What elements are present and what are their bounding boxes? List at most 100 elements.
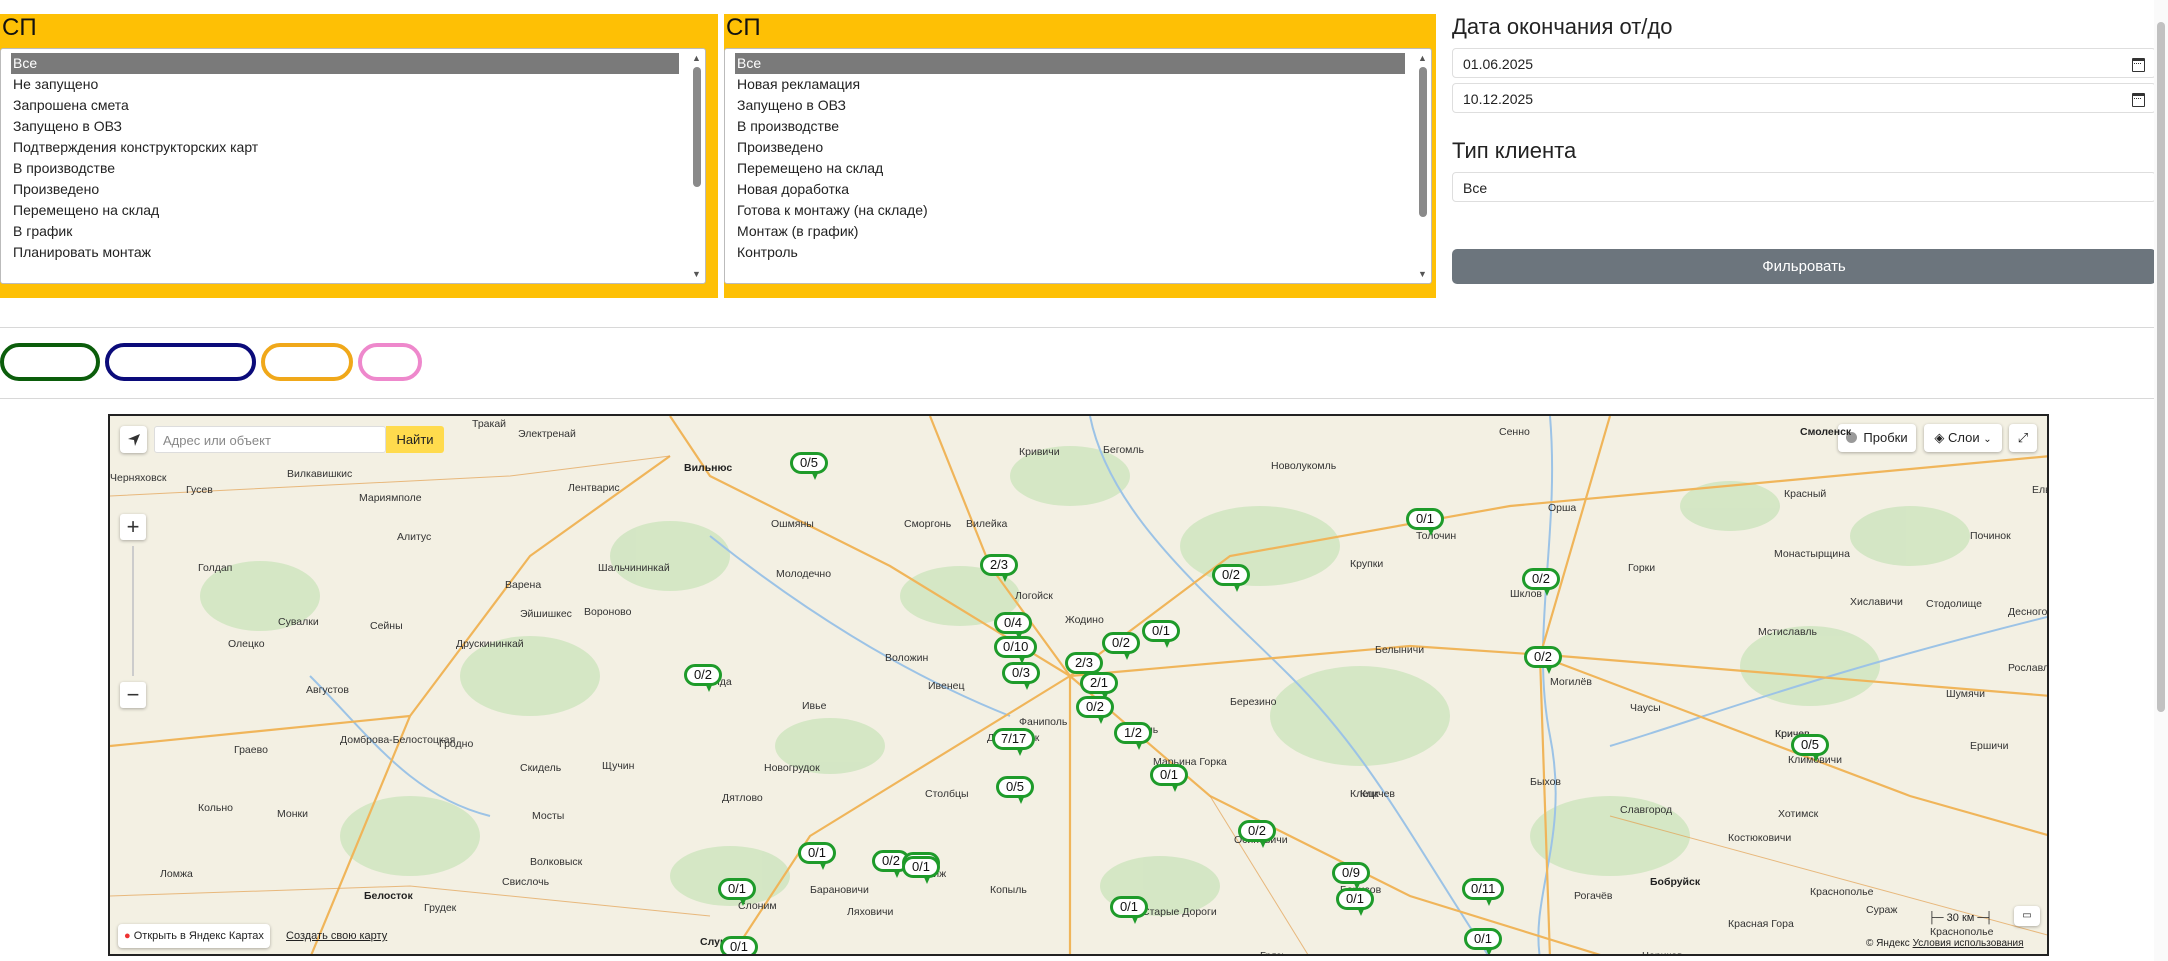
list-option[interactable]: В производстве	[1, 158, 705, 179]
map[interactable]: Адрес или объект Найти + − Пробки ◈ Слои…	[108, 414, 2049, 956]
city-label: Гусев	[186, 484, 213, 496]
map-marker[interactable]: 0/9	[1332, 862, 1370, 890]
location-arrow-icon	[127, 434, 140, 446]
map-marker[interactable]: 0/4	[994, 612, 1032, 640]
status-listbox[interactable]: Все Новая рекламация Запущено в ОВЗ В произ…	[724, 48, 1432, 284]
map-search-input[interactable]: Адрес или объект	[154, 426, 386, 453]
city-label: Бегомль	[1103, 444, 1144, 456]
zoom-slider[interactable]	[132, 546, 134, 676]
map-marker[interactable]: 0/5	[1791, 734, 1829, 762]
zoom-control[interactable]: + −	[120, 514, 146, 708]
traffic-label: Пробки	[1863, 430, 1908, 445]
terms-link[interactable]: Условия использования	[1913, 938, 2024, 949]
zoom-out-button[interactable]: −	[120, 682, 146, 708]
map-marker[interactable]: 0/5	[790, 452, 828, 480]
listbox-scrollbar[interactable]: ▲ ▼	[691, 51, 703, 281]
map-marker[interactable]: 2/1	[1080, 672, 1118, 700]
map-marker[interactable]: 0/1	[798, 842, 836, 870]
city-label: Тракай	[472, 418, 507, 430]
page-scroll-thumb[interactable]	[2157, 22, 2165, 712]
list-option[interactable]: Все	[735, 53, 1405, 74]
map-marker[interactable]: 2/3	[1065, 652, 1103, 680]
list-option[interactable]: Перемещено на склад	[725, 158, 1431, 179]
scroll-thumb[interactable]	[1419, 67, 1427, 217]
list-option[interactable]: Планировать монтаж	[1, 242, 705, 263]
geolocation-button[interactable]	[120, 426, 147, 453]
status-listbox[interactable]: Все Не запущено Запрошена смета Запущено в …	[0, 48, 706, 284]
scroll-down-icon[interactable]: ▼	[692, 269, 701, 279]
list-option[interactable]: Подтверждения конструкторских карт	[1, 137, 705, 158]
map-marker[interactable]: 0/11	[1462, 878, 1505, 906]
map-marker[interactable]: 0/1	[1150, 764, 1188, 792]
list-option[interactable]: Контроль	[725, 242, 1431, 263]
legend-pill-pink[interactable]	[358, 343, 422, 381]
map-marker[interactable]: 0/2	[1522, 568, 1560, 596]
list-option[interactable]: Произведено	[1, 179, 705, 200]
map-marker[interactable]: 0/1	[1142, 620, 1180, 648]
map-marker[interactable]: 0/1	[718, 878, 756, 906]
map-search-button[interactable]: Найти	[386, 426, 444, 453]
city-label: Стодолище	[1926, 598, 1982, 610]
map-marker[interactable]: 7/17	[992, 728, 1036, 756]
list-option[interactable]: Готова к монтажу (на складе)	[725, 200, 1431, 221]
map-marker[interactable]: 0/2	[1238, 820, 1276, 848]
zoom-in-button[interactable]: +	[120, 514, 146, 540]
map-marker[interactable]: 0/2	[1212, 564, 1250, 592]
list-option[interactable]: Все	[11, 53, 679, 74]
list-option[interactable]: Запрошена смета	[1, 95, 705, 116]
listbox-scrollbar[interactable]: ▲ ▼	[1417, 51, 1429, 281]
ruler-button[interactable]: ▭	[2014, 906, 2040, 926]
legend-pill-navy[interactable]	[105, 343, 256, 381]
list-option[interactable]: В производстве	[725, 116, 1431, 137]
panel-title: СП	[726, 14, 761, 41]
city-label: Монастырщина	[1774, 548, 1850, 560]
city-label: Мстиславль	[1758, 626, 1817, 638]
list-option[interactable]: Запущено в ОВЗ	[725, 95, 1431, 116]
map-marker[interactable]: 0/1	[1110, 896, 1148, 924]
list-option[interactable]: Произведено	[725, 137, 1431, 158]
list-option[interactable]: Новая доработка	[725, 179, 1431, 200]
list-option[interactable]: Перемещено на склад	[1, 200, 705, 221]
list-option[interactable]: Новая рекламация	[725, 74, 1431, 95]
page-scrollbar[interactable]	[2154, 0, 2168, 961]
chevron-down-icon: ⌄	[1983, 434, 1992, 445]
legend-pill-green[interactable]	[0, 343, 100, 381]
date-from-input[interactable]: 01.06.2025	[1452, 48, 2156, 78]
scroll-up-icon[interactable]: ▲	[692, 53, 701, 63]
client-type-select[interactable]: Все	[1452, 172, 2156, 202]
list-option[interactable]: В график	[1, 221, 705, 242]
map-marker[interactable]: 2/3	[980, 554, 1018, 582]
open-in-yandex-link[interactable]: ● Открыть в Яндекс Картах	[118, 924, 270, 948]
city-label: Толочин	[1416, 530, 1457, 542]
map-marker[interactable]: 1/2	[1114, 722, 1152, 750]
map-marker[interactable]: 0/1	[1336, 888, 1374, 916]
list-option[interactable]: Не запущено	[1, 74, 705, 95]
map-marker[interactable]: 0/1	[902, 856, 940, 884]
filter-button[interactable]: Фильровать	[1452, 249, 2156, 284]
map-marker[interactable]: 0/1	[1464, 928, 1502, 954]
map-marker[interactable]: 0/5	[996, 776, 1034, 804]
list-option[interactable]: Монтаж (в график)	[725, 221, 1431, 242]
city-label: Мосты	[532, 810, 565, 822]
calendar-icon[interactable]	[2132, 58, 2145, 72]
date-to-input[interactable]: 10.12.2025	[1452, 83, 2156, 113]
map-marker[interactable]: 0/2	[1076, 696, 1114, 724]
map-marker[interactable]: 0/10	[994, 636, 1038, 664]
create-map-link[interactable]: Создать свою карту	[286, 930, 387, 942]
calendar-icon[interactable]	[2132, 93, 2145, 107]
map-marker[interactable]: 0/1	[1406, 508, 1444, 536]
map-marker[interactable]: 0/2	[1524, 646, 1562, 674]
scroll-down-icon[interactable]: ▼	[1418, 269, 1427, 279]
legend-pill-orange[interactable]	[261, 343, 353, 381]
scroll-thumb[interactable]	[693, 67, 701, 187]
map-marker[interactable]: 0/1	[720, 936, 758, 954]
layers-button[interactable]: ◈ Слои ⌄	[1924, 424, 2002, 452]
map-marker[interactable]: 0/3	[1002, 662, 1040, 690]
scroll-up-icon[interactable]: ▲	[1418, 53, 1427, 63]
list-option[interactable]: Запущено в ОВЗ	[1, 116, 705, 137]
map-marker[interactable]: 0/2	[1102, 632, 1140, 660]
city-label: Свислочь	[502, 876, 550, 888]
city-label: Барановичи	[810, 884, 869, 896]
map-marker[interactable]: 0/2	[684, 664, 722, 692]
fullscreen-button[interactable]: ⤢	[2009, 424, 2037, 452]
